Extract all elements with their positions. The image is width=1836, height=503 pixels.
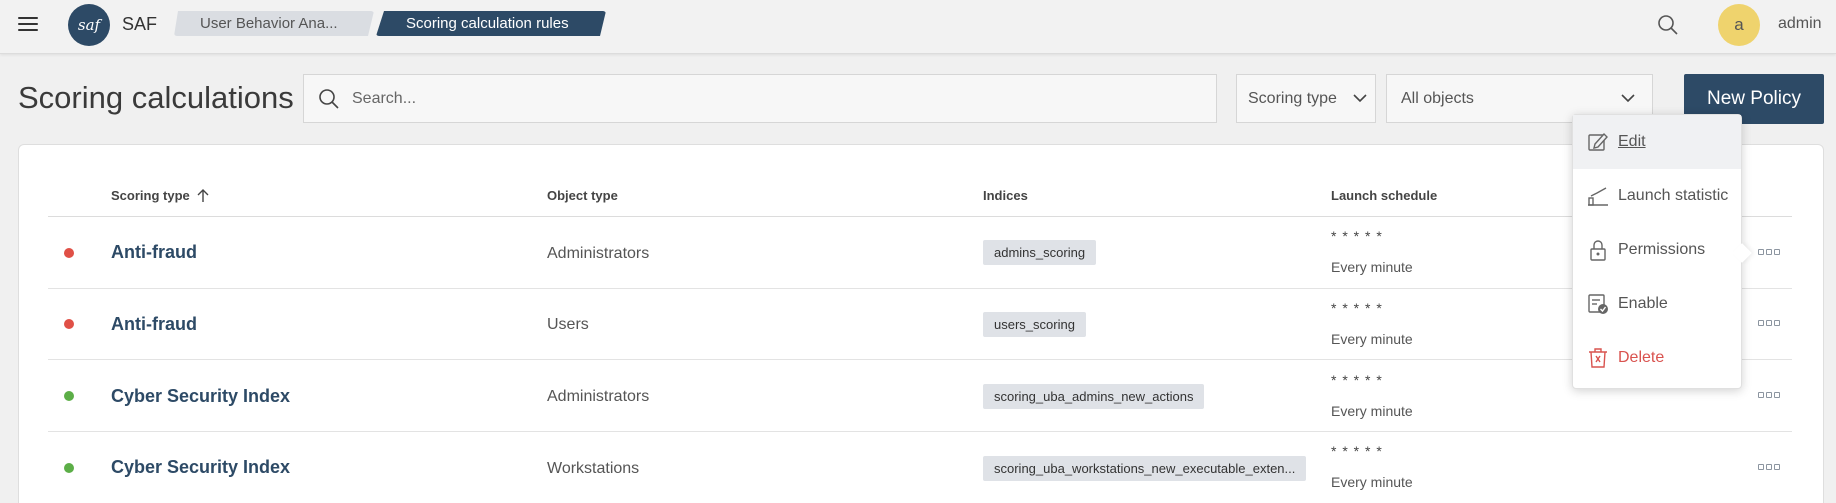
column-header-object-type[interactable]: Object type <box>547 188 618 203</box>
trash-icon <box>1589 348 1607 368</box>
search-icon <box>319 89 339 109</box>
cron-expression: * * * * * <box>1331 300 1383 316</box>
row-divider <box>48 288 1792 289</box>
status-dot-red <box>64 248 74 258</box>
more-actions-icon[interactable] <box>1758 392 1780 400</box>
search-input[interactable] <box>352 75 1202 122</box>
scoring-type-link[interactable]: Cyber Security Index <box>111 386 290 407</box>
row-divider <box>48 359 1792 360</box>
logo-text: saf <box>77 16 101 34</box>
object-type: Administrators <box>547 388 650 405</box>
scoring-type-link[interactable]: Anti-fraud <box>111 314 197 335</box>
search-icon[interactable] <box>1656 13 1680 37</box>
column-header-label: Scoring type <box>111 188 190 203</box>
statistic-icon <box>1588 187 1608 206</box>
top-bar: saf SAF User Behavior Ana... Scoring cal… <box>0 0 1836 54</box>
more-actions-icon[interactable] <box>1758 464 1780 472</box>
menu-item-label: Delete <box>1618 349 1665 366</box>
index-tag: admins_scoring <box>983 240 1097 265</box>
cron-expression: * * * * * <box>1331 443 1383 459</box>
index-tag: scoring_uba_workstations_new_executable_… <box>983 456 1307 481</box>
scoring-type-filter[interactable]: Scoring type <box>1236 74 1376 123</box>
status-dot-red <box>64 319 74 329</box>
brand-name: SAF <box>122 14 158 34</box>
saf-logo[interactable]: saf <box>68 4 110 46</box>
menu-item-edit[interactable]: Edit <box>1573 115 1741 169</box>
breadcrumb-scoring-rules[interactable]: Scoring calculation rules <box>376 11 606 36</box>
column-header-indices[interactable]: Indices <box>983 188 1028 203</box>
search-field[interactable] <box>303 74 1217 123</box>
scoring-type-filter-label: Scoring type <box>1248 90 1337 107</box>
object-type: Workstations <box>547 460 640 477</box>
menu-item-label: Launch statistic <box>1618 187 1729 204</box>
table-card <box>18 144 1824 503</box>
objects-filter-label: All objects <box>1401 90 1474 107</box>
menu-item-label: Enable <box>1618 295 1668 312</box>
more-actions-icon[interactable] <box>1758 320 1780 328</box>
menu-item-label: Permissions <box>1618 241 1706 258</box>
schedule-text: Every minute <box>1331 403 1413 419</box>
cron-expression: * * * * * <box>1331 372 1383 388</box>
menu-item-label: Edit <box>1618 133 1646 150</box>
breadcrumb-uba[interactable]: User Behavior Ana... <box>174 11 374 36</box>
object-type: Administrators <box>547 245 650 262</box>
header-divider <box>48 216 1792 217</box>
row-actions-menu: Edit Launch statistic Permissions Enable… <box>1572 114 1752 389</box>
username[interactable]: admin <box>1778 15 1822 33</box>
schedule-text: Every minute <box>1331 474 1413 490</box>
edit-icon <box>1588 132 1608 151</box>
menu-item-launch-statistic[interactable]: Launch statistic <box>1573 169 1741 223</box>
scoring-type-link[interactable]: Cyber Security Index <box>111 457 290 478</box>
column-header-scoring-type[interactable]: Scoring type <box>111 188 209 203</box>
object-type: Users <box>547 316 589 333</box>
sort-ascending-icon <box>197 189 209 202</box>
status-dot-green <box>64 463 74 473</box>
more-actions-icon[interactable] <box>1758 249 1780 257</box>
chevron-down-icon <box>1621 94 1635 103</box>
menu-item-enable[interactable]: Enable <box>1573 277 1741 331</box>
row-divider <box>48 431 1792 432</box>
scoring-type-link[interactable]: Anti-fraud <box>111 242 197 263</box>
schedule-text: Every minute <box>1331 331 1413 347</box>
menu-item-delete[interactable]: Delete <box>1573 331 1741 385</box>
cron-expression: * * * * * <box>1331 228 1383 244</box>
hamburger-menu-icon[interactable] <box>16 14 40 34</box>
menu-item-permissions[interactable]: Permissions <box>1573 223 1741 277</box>
enable-icon <box>1588 294 1608 314</box>
chevron-down-icon <box>1353 94 1367 103</box>
schedule-text: Every minute <box>1331 259 1413 275</box>
index-tag: scoring_uba_admins_new_actions <box>983 384 1205 409</box>
lock-icon <box>1590 240 1606 261</box>
index-tag: users_scoring <box>983 312 1086 337</box>
status-dot-green <box>64 391 74 401</box>
page-title: Scoring calculations <box>18 80 294 115</box>
column-header-launch-schedule[interactable]: Launch schedule <box>1331 188 1437 203</box>
avatar[interactable]: a <box>1718 4 1760 46</box>
